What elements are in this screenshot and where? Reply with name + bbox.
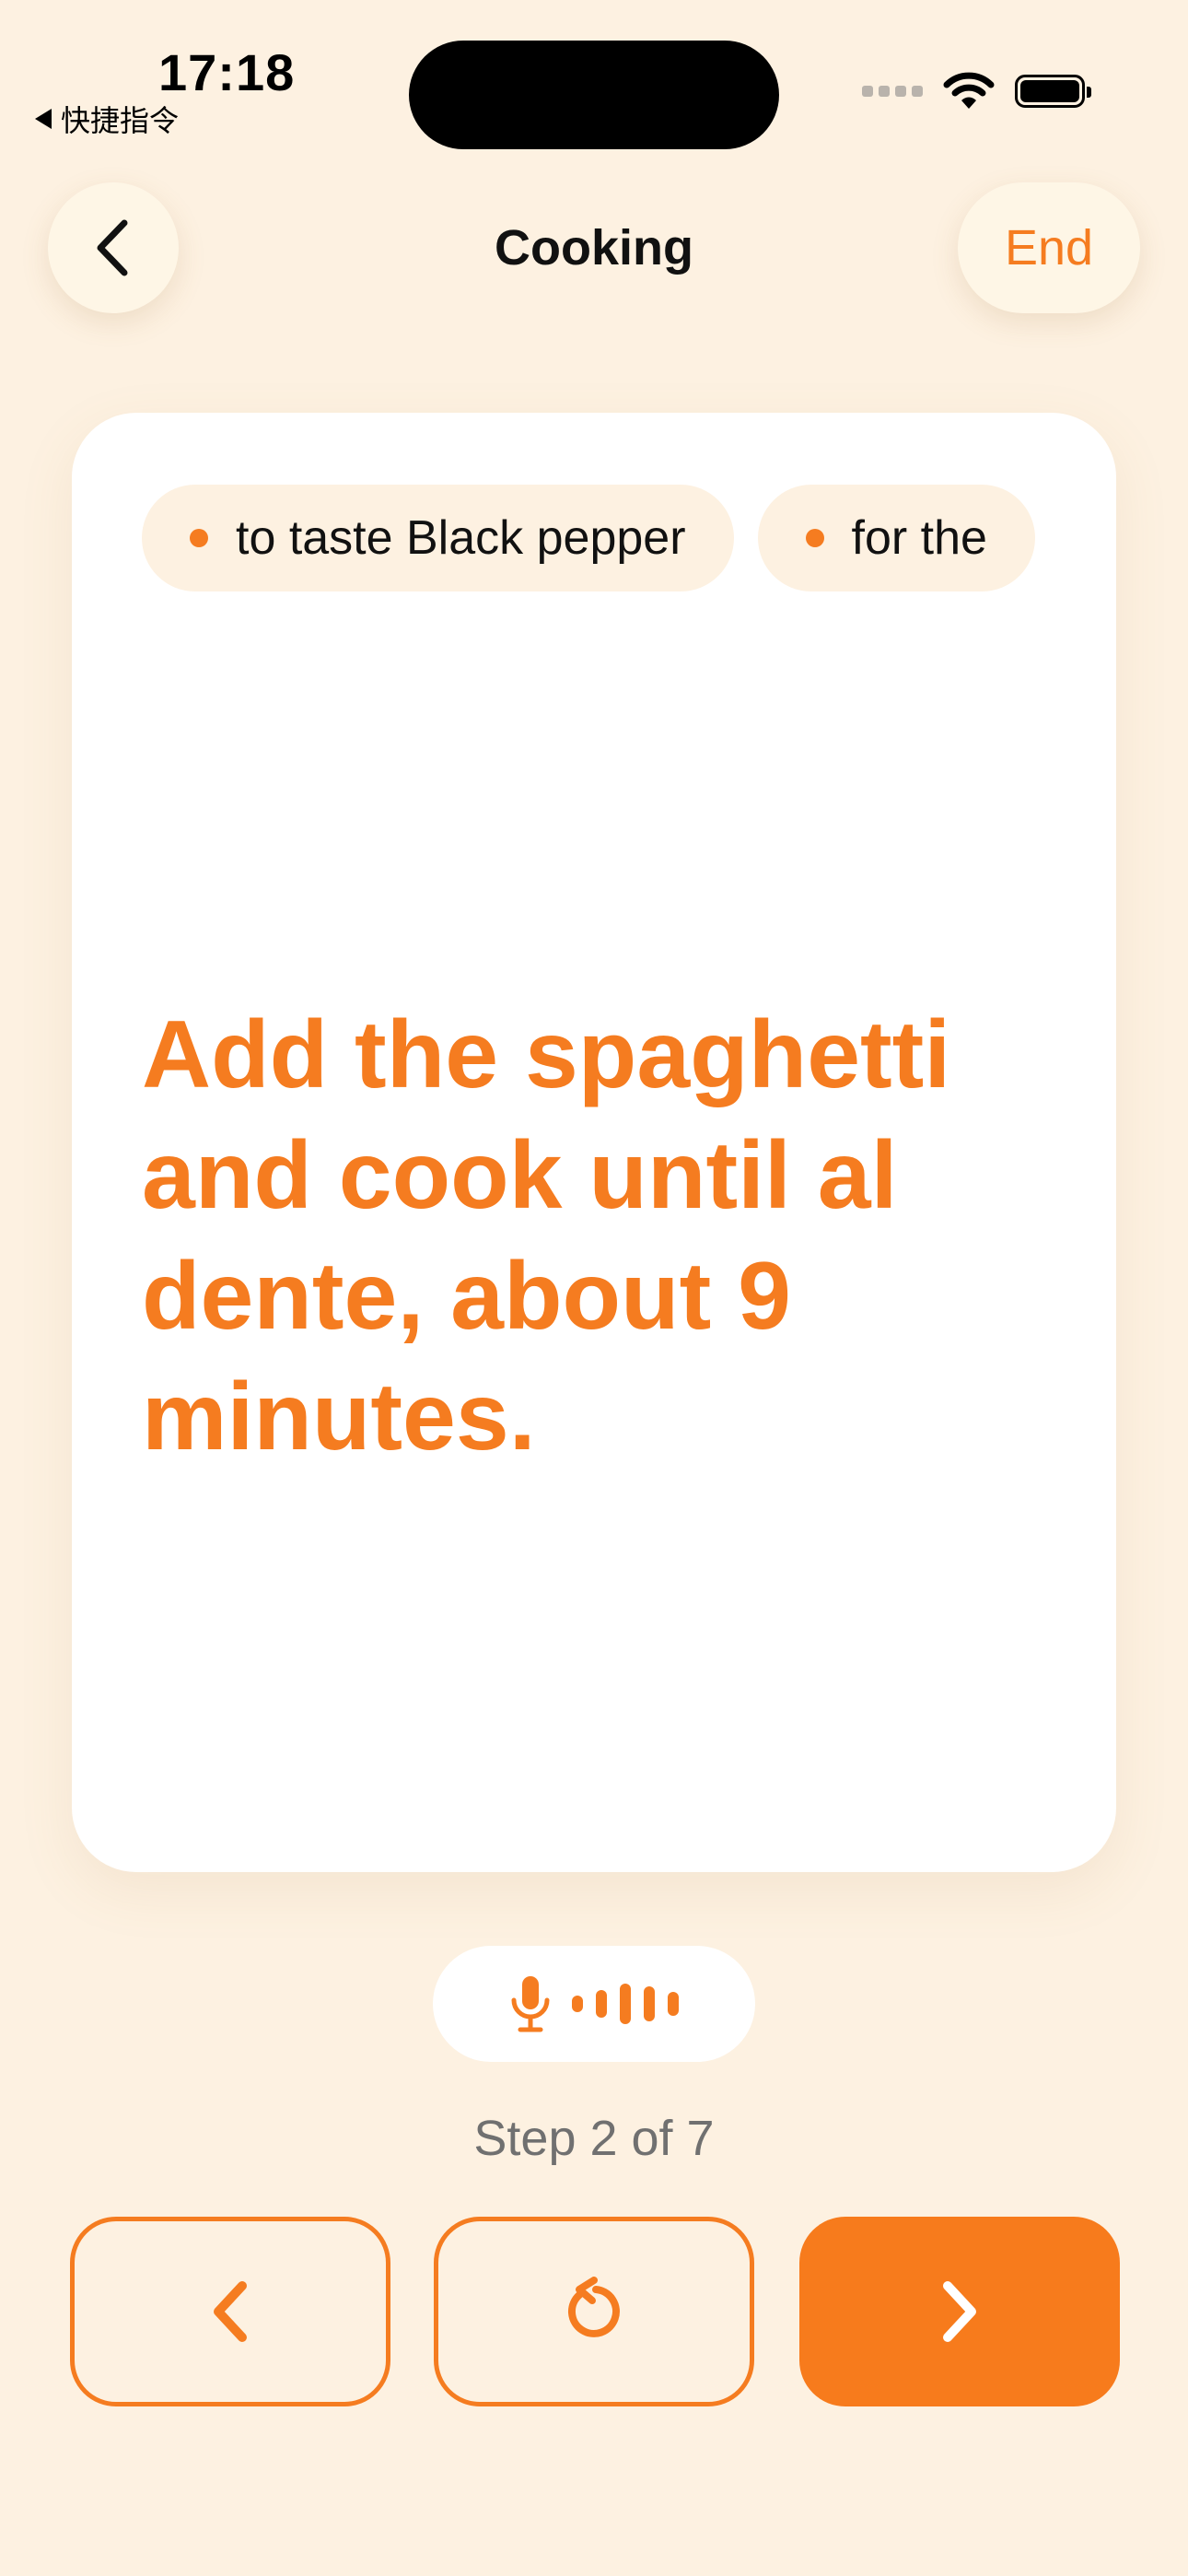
status-time: 17:18 <box>158 43 296 101</box>
waveform-icon <box>572 1984 679 2024</box>
rotate-ccw-icon <box>567 2277 620 2337</box>
step-card: to taste Black pepper for the Add the sp… <box>72 413 1116 1872</box>
step-counter: Step 2 of 7 <box>473 2111 715 2166</box>
chevron-right-icon <box>943 2281 976 2342</box>
repeat-step-button[interactable] <box>434 2217 754 2406</box>
previous-step-button[interactable] <box>70 2217 390 2406</box>
voice-listening-indicator[interactable] <box>433 1946 755 2062</box>
end-button[interactable]: End <box>958 182 1140 313</box>
ingredient-chip[interactable]: for the <box>757 485 1035 591</box>
ingredient-chip[interactable]: to taste Black pepper <box>142 485 734 591</box>
cellular-signal-icon <box>862 86 923 97</box>
dynamic-island <box>409 41 779 149</box>
step-instruction: Add the spaghetti and cook until al dent… <box>142 1001 951 1470</box>
wifi-icon <box>943 72 995 109</box>
status-indicators <box>862 72 1091 111</box>
chevron-left-icon <box>214 2281 247 2342</box>
next-step-button[interactable] <box>799 2217 1120 2406</box>
ingredient-chip-label: for the <box>851 511 987 565</box>
back-to-app-link[interactable]: 快捷指令 <box>35 98 179 140</box>
back-app-label: 快捷指令 <box>61 103 180 138</box>
bullet-dot-icon <box>805 529 824 547</box>
microphone-icon <box>511 1976 550 2032</box>
ingredient-chips[interactable]: to taste Black pepper for the <box>142 485 1048 591</box>
bullet-dot-icon <box>190 529 208 547</box>
ingredient-chip-label: to taste Black pepper <box>236 511 686 565</box>
battery-icon <box>1015 75 1091 108</box>
back-triangle-icon <box>35 109 52 129</box>
